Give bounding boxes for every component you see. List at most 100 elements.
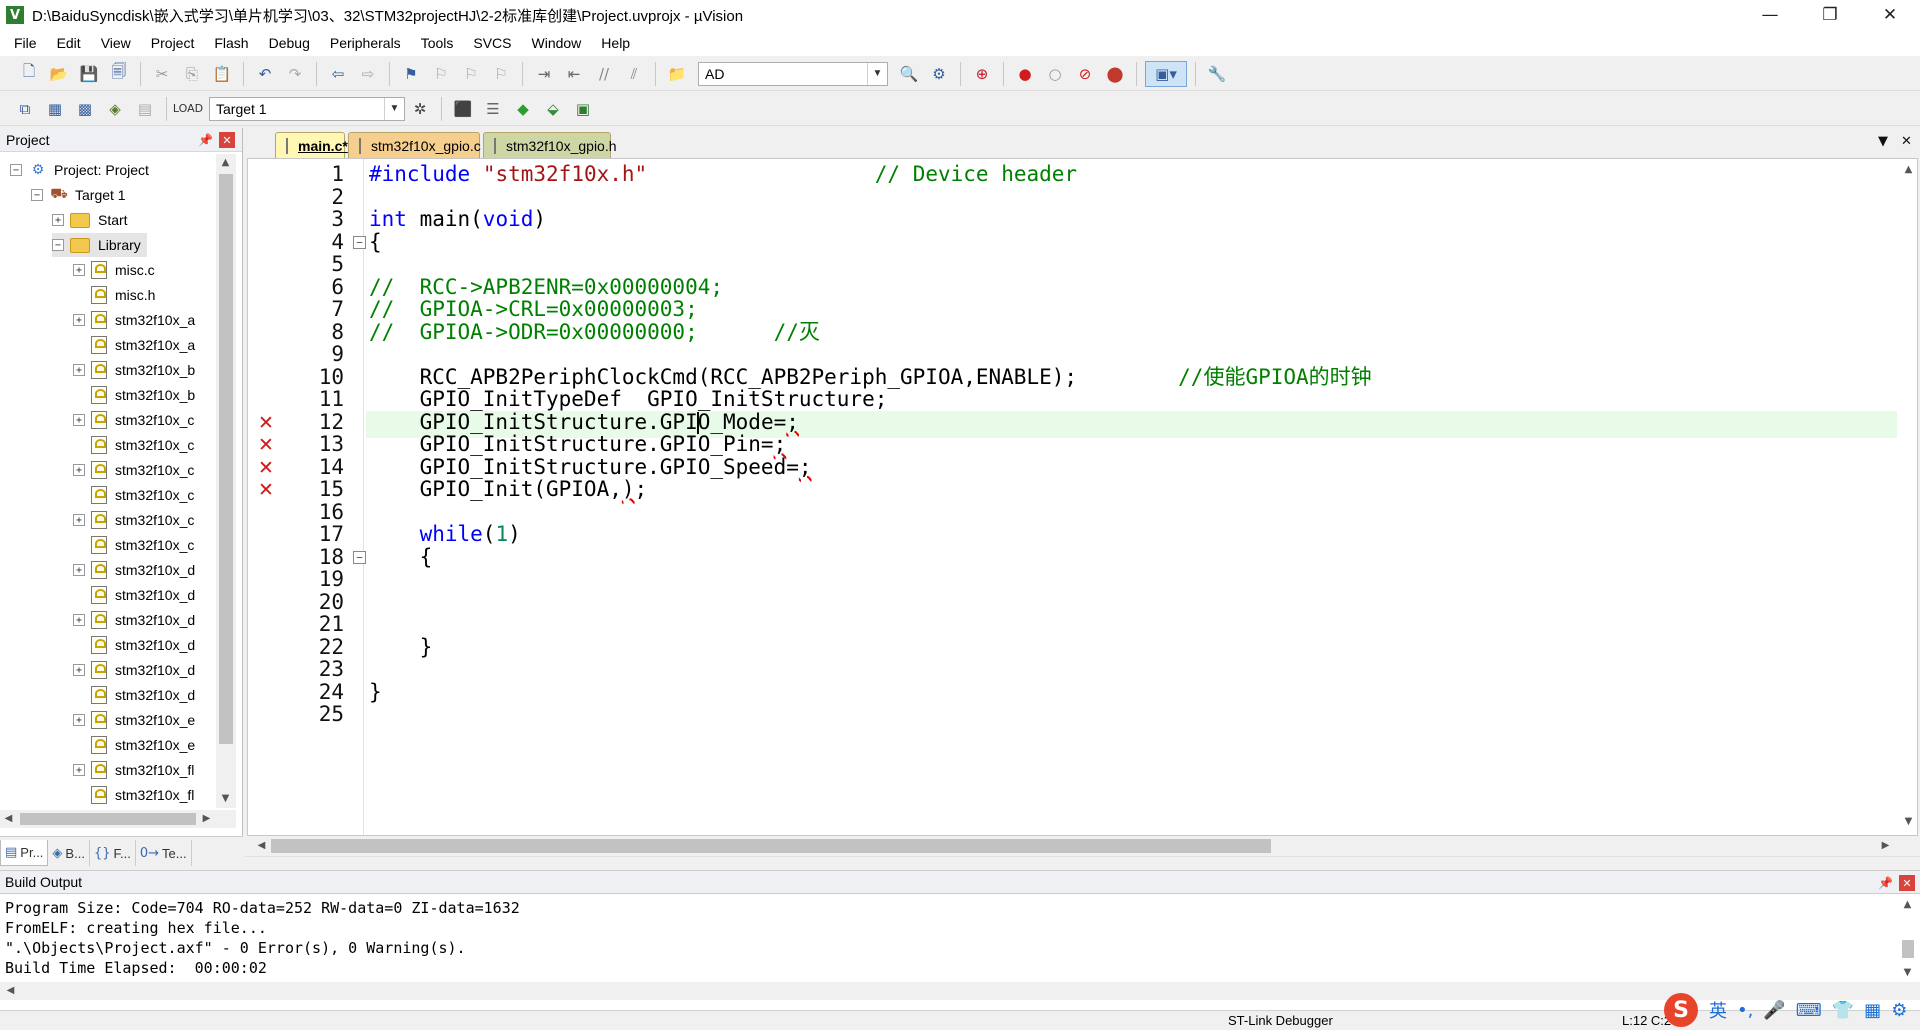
open-icon[interactable]: 📂 — [46, 61, 72, 87]
expand-icon[interactable]: + — [73, 664, 85, 676]
tree-file-item[interactable]: + stm32f10x_c — [73, 508, 194, 532]
uncomment-icon[interactable]: ⫽ — [621, 61, 647, 87]
scroll-down-icon[interactable]: ▼ — [1899, 964, 1916, 981]
tree-file-item[interactable]: stm32f10x_a — [73, 333, 195, 357]
restore-button[interactable]: ❐ — [1800, 0, 1860, 30]
expand-icon[interactable]: + — [73, 564, 85, 576]
hscroll-thumb[interactable] — [271, 839, 1271, 853]
code-line[interactable]: int main(void) — [369, 206, 546, 233]
tree-group-item[interactable]: − Library — [52, 233, 147, 257]
pack-installer-icon[interactable]: ◆ — [510, 96, 536, 122]
rebuild-icon[interactable]: ▩ — [72, 96, 98, 122]
expand-icon[interactable]: + — [52, 214, 64, 226]
scroll-right-icon[interactable]: ▶ — [1877, 837, 1894, 854]
project-tree-hscrollbar[interactable]: ◀ ▶ — [0, 810, 236, 828]
editor-hscrollbar[interactable]: ◀ ▶ — [247, 836, 1918, 856]
menu-peripherals[interactable]: Peripherals — [320, 35, 411, 51]
debug-start-icon[interactable]: ⊕ — [969, 61, 995, 87]
menu-edit[interactable]: Edit — [47, 35, 91, 51]
target-combo[interactable]: Target 1 ▼ — [209, 96, 405, 121]
error-marker-icon[interactable]: ✕ — [258, 435, 274, 455]
menu-tools[interactable]: Tools — [411, 35, 464, 51]
punctuation-icon[interactable]: •, — [1737, 1000, 1753, 1021]
undo-icon[interactable]: ↶ — [252, 61, 278, 87]
bookmark-icon[interactable]: ⚑ — [398, 61, 424, 87]
code-line[interactable]: } — [369, 634, 433, 661]
scroll-left-icon[interactable]: ◀ — [0, 810, 17, 827]
chevron-down-icon[interactable]: ▼ — [384, 97, 404, 120]
code-line[interactable]: { — [369, 229, 382, 256]
keyboard-icon[interactable]: ⌨ — [1796, 1000, 1822, 1021]
scroll-down-icon[interactable]: ▼ — [1900, 813, 1917, 830]
fold-toggle-icon[interactable]: − — [353, 550, 366, 564]
ime-language-toggle[interactable]: 英 — [1709, 997, 1727, 1023]
tree-file-item[interactable]: stm32f10x_c — [73, 483, 194, 507]
hscroll-thumb[interactable] — [20, 813, 196, 825]
tree-file-item[interactable]: + misc.c — [73, 258, 155, 282]
tree-file-item[interactable]: + stm32f10x_e — [73, 708, 195, 732]
expand-icon[interactable]: + — [73, 314, 85, 326]
tree-file-item[interactable]: stm32f10x_b — [73, 383, 195, 407]
error-marker-icon[interactable]: ✕ — [258, 480, 274, 500]
scroll-down-icon[interactable]: ▼ — [217, 790, 234, 807]
clear-bookmarks-icon[interactable]: ⚐ — [488, 61, 514, 87]
pin-icon[interactable]: 📌 — [198, 133, 213, 147]
find-combo[interactable]: AD ▼ — [698, 61, 888, 86]
tree-file-item[interactable]: stm32f10x_e — [73, 733, 195, 757]
expand-icon[interactable]: + — [73, 414, 85, 426]
close-panel-button[interactable]: ✕ — [219, 132, 235, 148]
code-editor[interactable]: 1 2 3 4−5 6 7 8 9 10 11 12 ✕ 13 ✕ 14 ✕ 15 ✕ 16 17 18−19 20 21 2… — [247, 158, 1918, 836]
scroll-thumb[interactable] — [1902, 940, 1914, 958]
close-tab-icon[interactable]: ✕ — [1901, 134, 1912, 149]
expand-icon[interactable]: + — [73, 364, 85, 376]
tree-file-item[interactable]: stm32f10x_fl — [73, 783, 194, 807]
code-line[interactable]: GPIO_Init(GPIOA,); — [369, 476, 648, 503]
minimize-button[interactable]: — — [1740, 0, 1800, 30]
code-line[interactable]: #include "stm32f10x.h" // Device header — [369, 161, 1077, 188]
software-packs-icon[interactable]: ⬙ — [540, 96, 566, 122]
tab-project[interactable]: ▤ Pr... — [0, 840, 49, 866]
expand-icon[interactable]: + — [73, 614, 85, 626]
next-bookmark-icon[interactable]: ⚐ — [458, 61, 484, 87]
tree-group-item[interactable]: − ⚙ Project: Project — [10, 158, 149, 182]
tree-file-item[interactable]: stm32f10x_c — [73, 433, 194, 457]
sogou-logo-icon[interactable]: S — [1664, 993, 1698, 1027]
menu-svcs[interactable]: SVCS — [463, 35, 521, 51]
nav-forward-icon[interactable]: ⇨ — [355, 61, 381, 87]
target-options-icon[interactable]: ✲ — [407, 96, 433, 122]
editor-tab[interactable]: stm32f10x_gpio.c — [348, 132, 481, 158]
scroll-right-icon[interactable]: ▶ — [198, 810, 215, 827]
fold-toggle-icon[interactable]: − — [353, 235, 366, 249]
window-layout-icon[interactable]: ▣▾ — [1145, 60, 1187, 87]
scroll-thumb[interactable] — [219, 174, 233, 744]
comment-icon[interactable]: // — [591, 61, 617, 87]
new-file-icon[interactable]: 🗋 — [16, 61, 42, 87]
menu-window[interactable]: Window — [522, 35, 592, 51]
tree-file-item[interactable]: stm32f10x_d — [73, 583, 195, 607]
redo-icon[interactable]: ↷ — [282, 61, 308, 87]
tree-file-item[interactable]: + stm32f10x_c — [73, 458, 194, 482]
gutter-line[interactable]: 25 — [248, 701, 363, 728]
prev-bookmark-icon[interactable]: ⚐ — [428, 61, 454, 87]
skin-icon[interactable]: 👕 — [1832, 1000, 1854, 1021]
tree-group-item[interactable]: − ⛟ Target 1 — [31, 183, 126, 207]
build-icon[interactable]: ▦ — [42, 96, 68, 122]
code-line[interactable]: { — [369, 544, 433, 571]
expand-icon[interactable]: + — [73, 764, 85, 776]
scroll-up-icon[interactable]: ▲ — [1899, 896, 1916, 913]
build-output-text[interactable]: Program Size: Code=704 RO-data=252 RW-da… — [5, 898, 520, 978]
tree-file-item[interactable]: stm32f10x_d — [73, 683, 195, 707]
breakpoint-enable-icon[interactable]: ○ — [1042, 61, 1068, 87]
indent-icon[interactable]: ⇥ — [531, 61, 557, 87]
tree-file-item[interactable]: + stm32f10x_a — [73, 308, 195, 332]
build-output-vscrollbar[interactable]: ▲ ▼ — [1898, 896, 1918, 982]
breakpoint-insert-icon[interactable]: ● — [1012, 61, 1038, 87]
event-recorder-icon[interactable]: ▣ — [570, 96, 596, 122]
tree-file-item[interactable]: + stm32f10x_b — [73, 358, 195, 382]
tree-file-item[interactable]: stm32f10x_c — [73, 533, 194, 557]
microphone-icon[interactable]: 🎤 — [1763, 1000, 1785, 1021]
close-window-button[interactable]: ✕ — [1860, 0, 1920, 30]
menu-debug[interactable]: Debug — [259, 35, 320, 51]
scroll-up-icon[interactable]: ▲ — [1900, 161, 1917, 178]
menu-flash[interactable]: Flash — [204, 35, 258, 51]
